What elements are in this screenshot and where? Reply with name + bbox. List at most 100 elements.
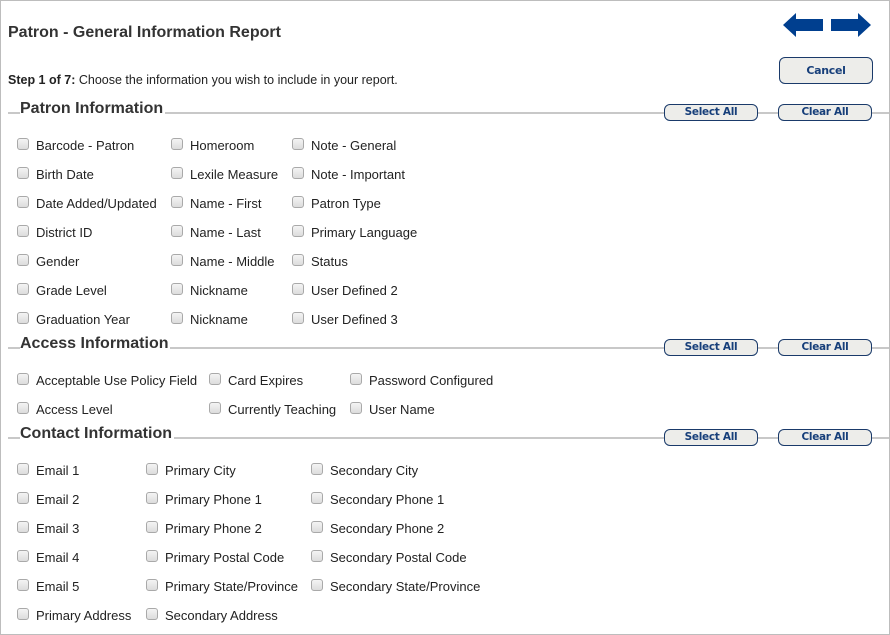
- option-primary-phone-2[interactable]: Primary Phone 2: [146, 521, 262, 536]
- option-user-name[interactable]: User Name: [350, 402, 435, 417]
- checkbox[interactable]: [146, 608, 158, 620]
- checkbox[interactable]: [17, 254, 29, 266]
- next-button[interactable]: [831, 13, 871, 37]
- checkbox[interactable]: [17, 492, 29, 504]
- option-email-4[interactable]: Email 4: [17, 550, 79, 565]
- option-primary-phone-1[interactable]: Primary Phone 1: [146, 492, 262, 507]
- cancel-button[interactable]: Cancel: [779, 57, 873, 84]
- option-secondary-phone-2[interactable]: Secondary Phone 2: [311, 521, 444, 536]
- checkbox[interactable]: [171, 254, 183, 266]
- checkbox[interactable]: [146, 521, 158, 533]
- checkbox[interactable]: [292, 167, 304, 179]
- option-name-middle[interactable]: Name - Middle: [171, 254, 275, 269]
- option-label: User Defined 3: [311, 312, 398, 327]
- patron-information-clear-all-button[interactable]: Clear All: [778, 104, 872, 121]
- option-secondary-address[interactable]: Secondary Address: [146, 608, 278, 623]
- option-primary-postal-code[interactable]: Primary Postal Code: [146, 550, 284, 565]
- checkbox[interactable]: [292, 196, 304, 208]
- option-lexile-measure[interactable]: Lexile Measure: [171, 167, 278, 182]
- checkbox[interactable]: [350, 402, 362, 414]
- checkbox[interactable]: [17, 283, 29, 295]
- option-secondary-state-province[interactable]: Secondary State/Province: [311, 579, 480, 594]
- option-email-3[interactable]: Email 3: [17, 521, 79, 536]
- option-secondary-postal-code[interactable]: Secondary Postal Code: [311, 550, 467, 565]
- checkbox[interactable]: [17, 196, 29, 208]
- option-homeroom[interactable]: Homeroom: [171, 138, 254, 153]
- option-user-defined-3[interactable]: User Defined 3: [292, 312, 398, 327]
- contact-information-clear-all-button[interactable]: Clear All: [778, 429, 872, 446]
- checkbox[interactable]: [17, 225, 29, 237]
- option-secondary-phone-1[interactable]: Secondary Phone 1: [311, 492, 444, 507]
- option-gender[interactable]: Gender: [17, 254, 79, 269]
- option-label: Gender: [36, 254, 80, 269]
- back-button[interactable]: [783, 13, 823, 37]
- option-barcode-patron[interactable]: Barcode - Patron: [17, 138, 134, 153]
- checkbox[interactable]: [209, 373, 221, 385]
- checkbox[interactable]: [311, 463, 323, 475]
- checkbox[interactable]: [146, 550, 158, 562]
- checkbox[interactable]: [146, 579, 158, 591]
- option-name-first[interactable]: Name - First: [171, 196, 262, 211]
- checkbox[interactable]: [17, 312, 29, 324]
- option-user-defined-2[interactable]: User Defined 2: [292, 283, 398, 298]
- checkbox[interactable]: [171, 283, 183, 295]
- checkbox[interactable]: [171, 225, 183, 237]
- option-secondary-city[interactable]: Secondary City: [311, 463, 418, 478]
- patron-information-select-all-button[interactable]: Select All: [664, 104, 758, 121]
- option-note-important[interactable]: Note - Important: [292, 167, 405, 182]
- option-note-general[interactable]: Note - General: [292, 138, 396, 153]
- checkbox[interactable]: [292, 225, 304, 237]
- checkbox[interactable]: [17, 402, 29, 414]
- access-information-clear-all-button[interactable]: Clear All: [778, 339, 872, 356]
- option-primary-state-province[interactable]: Primary State/Province: [146, 579, 298, 594]
- checkbox[interactable]: [209, 402, 221, 414]
- checkbox[interactable]: [171, 138, 183, 150]
- checkbox[interactable]: [311, 550, 323, 562]
- checkbox[interactable]: [311, 579, 323, 591]
- checkbox[interactable]: [311, 492, 323, 504]
- checkbox[interactable]: [350, 373, 362, 385]
- option-nickname[interactable]: Nickname: [171, 312, 248, 327]
- access-information-select-all-button[interactable]: Select All: [664, 339, 758, 356]
- option-name-last[interactable]: Name - Last: [171, 225, 261, 240]
- checkbox[interactable]: [146, 492, 158, 504]
- checkbox[interactable]: [17, 138, 29, 150]
- option-password-configured[interactable]: Password Configured: [350, 373, 493, 388]
- checkbox[interactable]: [292, 283, 304, 295]
- option-status[interactable]: Status: [292, 254, 348, 269]
- option-label: Password Configured: [369, 373, 494, 388]
- option-nickname[interactable]: Nickname: [171, 283, 248, 298]
- checkbox[interactable]: [292, 138, 304, 150]
- contact-information-select-all-button[interactable]: Select All: [664, 429, 758, 446]
- checkbox[interactable]: [17, 373, 29, 385]
- option-access-level[interactable]: Access Level: [17, 402, 113, 417]
- option-primary-city[interactable]: Primary City: [146, 463, 236, 478]
- checkbox[interactable]: [171, 196, 183, 208]
- option-birth-date[interactable]: Birth Date: [17, 167, 94, 182]
- checkbox[interactable]: [17, 550, 29, 562]
- option-district-id[interactable]: District ID: [17, 225, 92, 240]
- checkbox[interactable]: [146, 463, 158, 475]
- option-primary-address[interactable]: Primary Address: [17, 608, 131, 623]
- checkbox[interactable]: [17, 579, 29, 591]
- option-graduation-year[interactable]: Graduation Year: [17, 312, 130, 327]
- checkbox[interactable]: [17, 463, 29, 475]
- checkbox[interactable]: [292, 254, 304, 266]
- option-grade-level[interactable]: Grade Level: [17, 283, 107, 298]
- checkbox[interactable]: [171, 312, 183, 324]
- checkbox[interactable]: [17, 167, 29, 179]
- option-acceptable-use-policy-field[interactable]: Acceptable Use Policy Field: [17, 373, 197, 388]
- checkbox[interactable]: [17, 608, 29, 620]
- checkbox[interactable]: [17, 521, 29, 533]
- option-patron-type[interactable]: Patron Type: [292, 196, 381, 211]
- option-currently-teaching[interactable]: Currently Teaching: [209, 402, 336, 417]
- checkbox[interactable]: [171, 167, 183, 179]
- option-email-1[interactable]: Email 1: [17, 463, 79, 478]
- option-card-expires[interactable]: Card Expires: [209, 373, 303, 388]
- checkbox[interactable]: [311, 521, 323, 533]
- option-email-2[interactable]: Email 2: [17, 492, 79, 507]
- option-date-added-updated[interactable]: Date Added/Updated: [17, 196, 157, 211]
- option-email-5[interactable]: Email 5: [17, 579, 79, 594]
- checkbox[interactable]: [292, 312, 304, 324]
- option-primary-language[interactable]: Primary Language: [292, 225, 417, 240]
